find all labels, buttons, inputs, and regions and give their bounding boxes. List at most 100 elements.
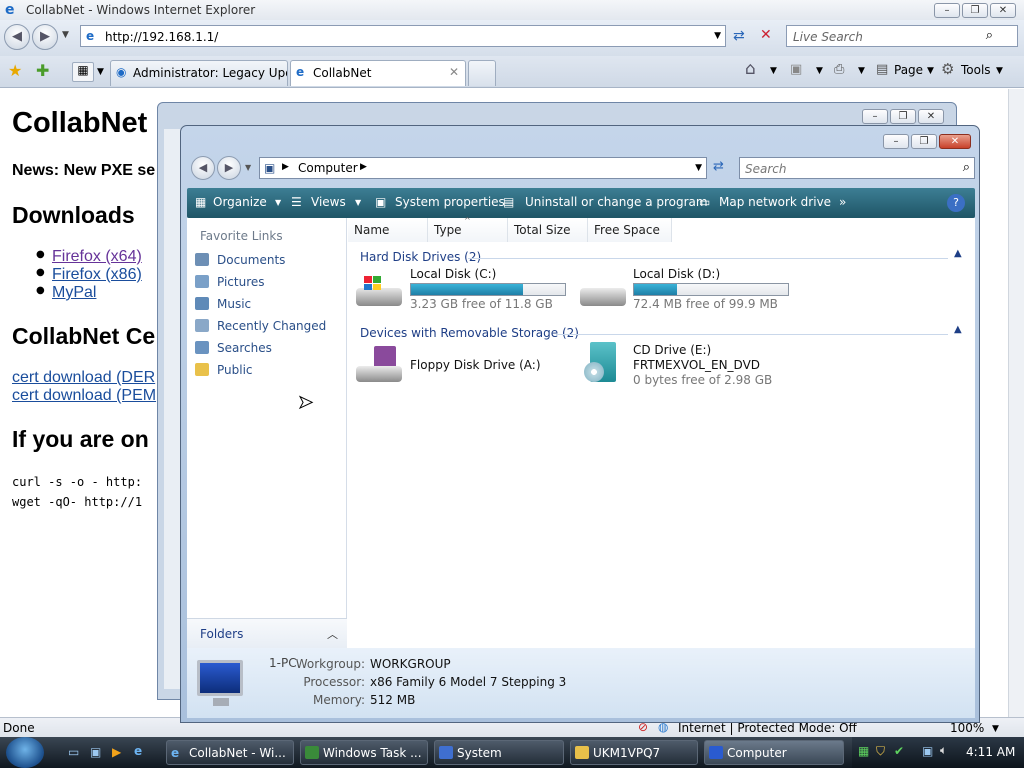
explorer-minimize-button[interactable]: – [883,134,909,149]
system-minimize-button[interactable]: – [862,109,888,124]
tab-collabnet[interactable]: e CollabNet ✕ [290,60,466,86]
media-player-icon[interactable]: ▶ [112,745,121,759]
back-button[interactable]: ◀ [4,24,30,50]
search-icon[interactable]: ⌕ [986,28,993,43]
tools-dropdown-icon[interactable]: ▼ [996,66,1003,76]
taskbar-item-task-manager[interactable]: Windows Task ... [300,740,428,765]
more-commands-icon[interactable]: » [839,195,846,209]
volume-icon[interactable]: 🔈︎ [940,743,947,758]
ie-close-button[interactable]: ✕ [990,3,1016,18]
nav-link-recently-changed[interactable]: Recently Changed [217,319,326,333]
breadcrumb-computer[interactable]: Computer [298,161,358,175]
taskbar-item-computer[interactable]: Computer [704,740,844,765]
mypal-link[interactable]: MyPal [52,284,96,302]
cd-drive-name[interactable]: CD Drive (E:) [633,343,711,357]
explorer-forward-button[interactable]: ▶ [217,156,241,180]
explorer-close-button[interactable]: ✕ [939,134,971,149]
print-dropdown-icon[interactable]: ▼ [858,66,865,76]
folders-toggle[interactable]: Folders ︿ [187,618,347,648]
address-dropdown-icon[interactable]: ▼ [714,31,721,41]
explorer-search-box[interactable]: Search ⌕ [739,157,975,179]
tools-menu[interactable]: Tools [961,63,991,77]
chevron-up-icon[interactable]: ︿ [327,626,338,642]
explorer-address-bar[interactable]: ▣ ▶ Computer ▶ ▼ [259,157,707,179]
collapse-group-icon[interactable]: ▲ [954,248,962,259]
zoom-dropdown-icon[interactable]: ▼ [992,724,999,734]
floppy-drive-name[interactable]: Floppy Disk Drive (A:) [410,358,541,372]
column-free-space[interactable]: Free Space [588,218,672,242]
explorer-back-button[interactable]: ◀ [191,156,215,180]
start-button[interactable] [6,737,44,768]
new-tab-button[interactable] [468,60,496,86]
taskbar-item-collabnet[interactable]: e CollabNet - Wi... [166,740,294,765]
history-dropdown-icon[interactable]: ▼ [62,30,69,40]
organize-menu[interactable]: Organize [213,195,267,209]
refresh-icon[interactable]: ⇄ [733,28,745,44]
network-icon[interactable]: ▣ [922,744,933,758]
security-shield-icon[interactable]: ⛉ [876,744,885,759]
system-clock[interactable]: 4:11 AM [966,745,1015,759]
tab-administrator[interactable]: ◉ Administrator: Legacy Upd... [110,60,288,86]
home-icon[interactable]: ⌂ [745,59,756,79]
views-dropdown-icon[interactable]: ▼ [355,198,361,207]
nav-link-pictures[interactable]: Pictures [217,275,265,289]
taskbar-item-folder[interactable]: UKM1VPQ7 [570,740,698,765]
switch-windows-icon[interactable]: ▣ [90,745,101,759]
address-bar[interactable]: e http://192.168.1.1/ ▼ [80,25,726,47]
add-favorites-icon[interactable]: ✚ [36,61,49,80]
views-menu[interactable]: Views [311,195,346,209]
address-dropdown-icon[interactable]: ▼ [695,163,702,173]
quick-tabs-button[interactable]: ▦ [72,62,94,82]
page-dropdown-icon[interactable]: ▼ [927,66,934,76]
organize-dropdown-icon[interactable]: ▼ [275,198,281,207]
ie-minimize-button[interactable]: – [934,3,960,18]
column-name[interactable]: Name [348,218,428,242]
firefox-x64-link[interactable]: Firefox (x64) [52,248,142,266]
close-tab-icon[interactable]: ✕ [449,65,459,79]
local-disk-c-name[interactable]: Local Disk (C:) [410,267,496,281]
local-disk-c-icon[interactable] [356,272,402,312]
breadcrumb-separator-icon[interactable]: ▶ [360,162,367,172]
cert-pem-link[interactable]: cert download (PEM [12,387,156,405]
system-maximize-button[interactable]: ❐ [890,109,916,124]
stop-icon[interactable]: ✕ [760,27,772,43]
show-desktop-icon[interactable]: ▭ [68,745,79,759]
local-disk-d-name[interactable]: Local Disk (D:) [633,267,720,281]
uninstall-program-button[interactable]: Uninstall or change a program [525,195,708,209]
nav-link-searches[interactable]: Searches [217,341,272,355]
feeds-icon[interactable]: ▣ [790,62,802,77]
help-icon[interactable]: ? [947,194,965,212]
explorer-maximize-button[interactable]: ❐ [911,134,937,149]
tray-grid-icon[interactable]: ▦ [858,744,869,758]
feeds-dropdown-icon[interactable]: ▼ [816,66,823,76]
favorites-star-icon[interactable]: ★ [8,61,22,80]
explorer-refresh-icon[interactable]: ⇄ [713,159,724,174]
forward-button[interactable]: ▶ [32,24,58,50]
ie-scrollbar[interactable] [1008,89,1024,717]
recent-pages-dropdown-icon[interactable]: ▼ [245,163,251,172]
home-dropdown-icon[interactable]: ▼ [770,66,777,76]
ie-quicklaunch-icon[interactable]: e [134,744,142,758]
tray-check-icon[interactable]: ✔ [894,744,904,758]
taskbar-item-system[interactable]: System [434,740,564,765]
group-hard-disk-drives[interactable]: Hard Disk Drives (2) [360,250,481,264]
collapse-group-icon[interactable]: ▲ [954,324,962,335]
search-icon[interactable]: ⌕ [963,160,970,175]
column-total-size[interactable]: Total Size [508,218,588,242]
ie-maximize-button[interactable]: ❐ [962,3,988,18]
cd-drive-icon[interactable] [580,342,626,382]
group-removable-storage[interactable]: Devices with Removable Storage (2) [360,326,579,340]
firefox-x86-link[interactable]: Firefox (x86) [52,266,142,284]
map-network-drive-button[interactable]: Map network drive [719,195,831,209]
page-menu[interactable]: Page [894,63,923,77]
nav-link-documents[interactable]: Documents [217,253,285,267]
security-zone[interactable]: Internet | Protected Mode: Off [678,721,857,735]
tab-list-dropdown-icon[interactable]: ▼ [97,67,104,77]
breadcrumb-separator-icon[interactable]: ▶ [282,162,289,172]
zoom-level[interactable]: 100% [950,721,984,735]
print-icon[interactable]: ⎙ [834,62,844,77]
nav-link-music[interactable]: Music [217,297,251,311]
live-search-box[interactable]: Live Search ⌕ ▼ [786,25,1018,47]
floppy-drive-icon[interactable] [356,346,402,386]
system-close-button[interactable]: ✕ [918,109,944,124]
